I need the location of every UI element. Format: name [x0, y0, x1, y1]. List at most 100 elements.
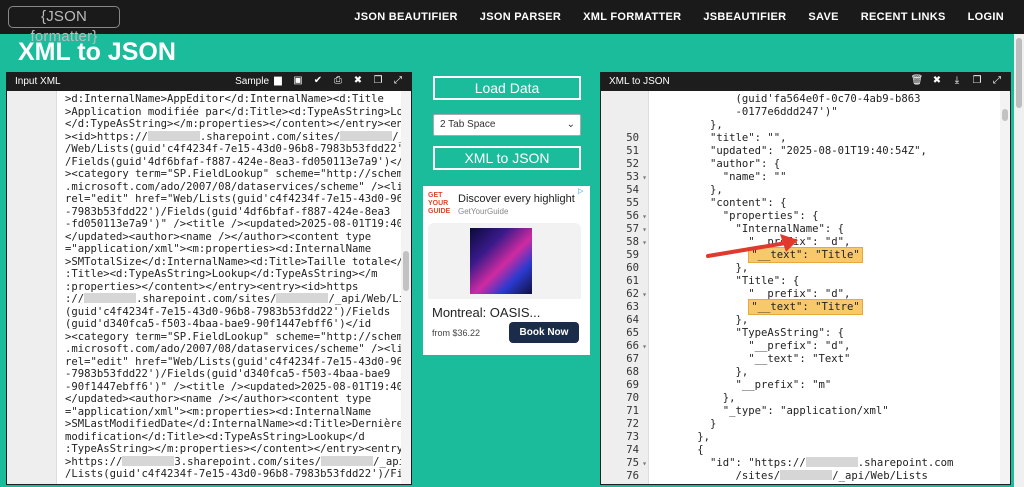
- json-code-line: "properties": {: [659, 210, 819, 222]
- trash-icon[interactable]: 🗑: [910, 75, 924, 86]
- line-number: 62: [601, 288, 649, 301]
- input-xml-panel: Input XML Sample ▆ ▣ ✔ ⎙ ✖ ❐ ⤢ >d:Intern…: [6, 72, 412, 485]
- json-code-line: }: [659, 418, 717, 430]
- xml-to-json-button[interactable]: XML to JSON: [433, 146, 581, 170]
- page-scrollbar-thumb[interactable]: [1016, 38, 1022, 108]
- input-code-line: (guid'd340fca5-f503-4baa-bae9-90f1447ebf…: [65, 318, 372, 330]
- nav-jsbeautifier[interactable]: JSBEAUTIFIER: [703, 11, 786, 23]
- input-code-line: >d:InternalName>AppEditor</d:InternalNam…: [65, 93, 384, 105]
- nav-login[interactable]: LOGIN: [968, 11, 1004, 23]
- json-code-line: "__text": "Text": [659, 353, 851, 365]
- ad-headline: Discover every highlight: [458, 193, 575, 205]
- json-code-line: "__prefix": "m": [659, 379, 832, 391]
- page-scrollbar[interactable]: [1014, 34, 1024, 487]
- chevron-down-icon: ⌄: [566, 119, 575, 130]
- input-code-line: >SMLastModifiedDate</d:InternalName><d:T…: [65, 418, 404, 430]
- input-code-line: :Title><d:TypeAsString>Lookup</d:TypeAsS…: [65, 268, 378, 280]
- input-code-line: >https://3.sharepoint.com/sites//_api/We…: [65, 455, 411, 468]
- json-code-line: "title": "",: [659, 132, 787, 144]
- output-line-numbers: 5051525354555657585960616263646566676869…: [601, 91, 649, 484]
- input-code-line: .microsoft.com/ado/2007/08/dataservices/…: [65, 180, 412, 193]
- line-number: 60: [626, 262, 639, 274]
- input-code-line: modification</d:Title><d:TypeAsString>Lo…: [65, 430, 365, 443]
- annotation-arrow: [706, 234, 798, 258]
- clear-icon[interactable]: ✖: [930, 75, 944, 86]
- nav-xml-formatter[interactable]: XML FORMATTER: [583, 11, 681, 23]
- input-code-line: </updated><author><name /></author><cont…: [65, 230, 372, 243]
- fullscreen-icon[interactable]: ⤢: [391, 75, 405, 86]
- line-number: 56: [601, 210, 649, 223]
- input-code-line: rel="edit" href="Web/Lists(guid'c4f4234f…: [65, 355, 412, 368]
- input-code-line: >SMTotalSize</d:InternalName><d:Title>Ta…: [65, 255, 410, 268]
- redacted-text: [321, 455, 374, 466]
- input-toolbar: ▆ ▣ ✔ ⎙ ✖ ❐ ⤢: [271, 75, 405, 86]
- site-logo[interactable]: {JSON formatter}: [8, 6, 120, 45]
- output-toolbar: 🗑 ✖ ⤓ ❐ ⤢: [910, 75, 1004, 86]
- line-number: 66: [601, 340, 649, 353]
- input-xml-editor[interactable]: >d:InternalName>AppEditor</d:InternalNam…: [65, 91, 412, 484]
- indent-select[interactable]: 2 Tab Space ⌄: [433, 114, 581, 136]
- line-number: 59: [626, 249, 639, 261]
- nav-json-beautifier[interactable]: JSON BEAUTIFIER: [354, 11, 458, 23]
- redacted-text: [147, 130, 200, 141]
- input-code-line: ><category term="SP.FieldLookup" scheme=…: [65, 330, 412, 343]
- input-scrollbar-thumb[interactable]: [403, 251, 409, 291]
- print-icon[interactable]: ⎙: [331, 75, 345, 86]
- ad-brand-logo: GET YOUR GUIDE: [428, 192, 451, 215]
- input-code-line: -fd050113e7a9')" /><title /><updated>202…: [65, 218, 412, 230]
- json-code-line: "__prefix": "d",: [659, 340, 851, 352]
- input-code-line: -7983b53fdd22')/Fields(guid'd340fca5-f50…: [65, 368, 391, 380]
- line-number: 57: [601, 223, 649, 236]
- ad-info-icon[interactable]: ▷: [578, 187, 588, 197]
- input-code-line: </updated><author><name /></author><cont…: [65, 393, 372, 405]
- redacted-text: [84, 293, 137, 303]
- copy-icon[interactable]: ❐: [970, 75, 984, 86]
- line-number: 63: [626, 301, 639, 313]
- advertisement[interactable]: ▷ GET YOUR GUIDE Discover every highligh…: [423, 186, 590, 355]
- input-code-line: </d:TypeAsString></m:properties></conten…: [65, 118, 412, 130]
- output-scrollbar[interactable]: [1000, 91, 1010, 484]
- line-number: 76: [626, 470, 639, 482]
- folder-icon[interactable]: ▆: [271, 75, 285, 86]
- json-code-line: },: [659, 431, 711, 443]
- nav-recent-links[interactable]: RECENT LINKS: [861, 11, 946, 23]
- validate-check-icon[interactable]: ✔: [311, 75, 325, 86]
- output-panel-title: XML to JSON: [609, 76, 670, 87]
- top-nav: {JSON formatter} JSON BEAUTIFIER JSON PA…: [0, 0, 1024, 45]
- sample-button[interactable]: Sample: [235, 76, 269, 87]
- fullscreen-icon[interactable]: ⤢: [990, 75, 1004, 86]
- input-code-line: /Fields(guid'4df6bfaf-f887-424e-8ea3-fd0…: [65, 155, 412, 168]
- line-number: 69: [626, 379, 639, 391]
- json-output-editor[interactable]: (guid'fa564e0f-0c70-4ab9-b863 -0177e6ddd…: [659, 91, 994, 484]
- input-scrollbar[interactable]: [401, 91, 411, 484]
- output-scrollbar-thumb[interactable]: [1002, 109, 1008, 121]
- json-code-line: "Title": {: [659, 275, 800, 287]
- line-number: 54: [626, 184, 639, 196]
- download-icon[interactable]: ⤓: [950, 75, 964, 86]
- line-number: 53: [601, 171, 649, 184]
- input-panel-header: Input XML Sample ▆ ▣ ✔ ⎙ ✖ ❐ ⤢: [7, 73, 411, 91]
- line-number: 64: [626, 314, 639, 326]
- line-number: 50: [626, 132, 639, 144]
- input-code-line: ="application/xml"><m:properties><d:Inte…: [65, 405, 372, 418]
- input-code-line: (guid'c4f4234f-7e15-43d0-96b8-7983b53fdd…: [65, 305, 391, 318]
- line-number: 68: [626, 366, 639, 378]
- nav-json-parser[interactable]: JSON PARSER: [480, 11, 561, 23]
- line-number: 74: [626, 444, 639, 456]
- redacted-text: [276, 293, 329, 303]
- ad-photo: [470, 228, 532, 294]
- clear-icon[interactable]: ✖: [351, 75, 365, 86]
- input-code-line: -90f1447ebff6')" /><title /><updated>202…: [65, 380, 412, 393]
- input-code-line: :properties></content></entry><entry><id…: [65, 280, 359, 293]
- line-number: 73: [626, 431, 639, 443]
- nav-save[interactable]: SAVE: [808, 11, 838, 23]
- json-code-line: (guid'c4f4234f-7e15-43d0-96b8: [659, 483, 994, 484]
- book-now-button[interactable]: Book Now: [509, 322, 579, 343]
- json-code-line: "content": {: [659, 197, 787, 209]
- load-data-button[interactable]: Load Data: [433, 76, 581, 100]
- input-code-line: ><category term="SP.FieldLookup" scheme=…: [65, 168, 412, 180]
- json-code-line: },: [659, 119, 723, 131]
- copy-icon[interactable]: ❐: [371, 75, 385, 86]
- input-code-line: ://.sharepoint.com/sites//_api/Web/Lists: [65, 293, 411, 305]
- save-icon[interactable]: ▣: [291, 75, 305, 86]
